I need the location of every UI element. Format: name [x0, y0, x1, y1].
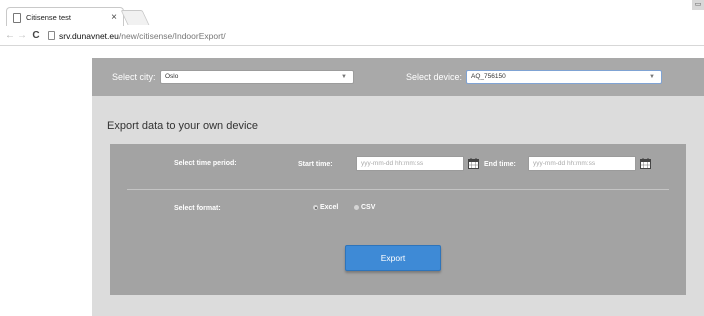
reload-icon[interactable]: C: [30, 30, 42, 41]
start-time-input[interactable]: yyy-mm-dd hh:mm:ss: [356, 156, 464, 171]
city-select[interactable]: Oslo ▼: [160, 70, 354, 84]
url-path: /new/citisense/IndoorExport/: [118, 30, 226, 41]
time-period-label: Select time period:: [174, 160, 237, 167]
radio-unselected-icon[interactable]: [354, 205, 359, 210]
city-select-value: Oslo: [165, 73, 179, 80]
export-section: Export data to your own device Select ti…: [92, 96, 704, 316]
browser-toolbar: ← → C srv.dunavnet.eu/new/citisense/Indo…: [0, 26, 704, 46]
chevron-down-icon: ▼: [341, 74, 347, 80]
address-bar[interactable]: srv.dunavnet.eu/new/citisense/IndoorExpo…: [42, 28, 698, 44]
format-option-label: Excel: [320, 204, 339, 211]
tab-title: Citisense test: [26, 13, 72, 22]
page-icon: [13, 12, 21, 23]
start-time-label: Start time:: [298, 161, 333, 168]
back-icon[interactable]: ←: [4, 30, 16, 41]
device-select-value: AQ_756150: [471, 73, 506, 80]
calendar-icon[interactable]: [640, 158, 651, 169]
divider: [127, 189, 669, 190]
format-label: Select format:: [174, 205, 221, 212]
device-select[interactable]: AQ_756150 ▼: [466, 70, 662, 84]
tab-close-icon[interactable]: ×: [111, 12, 117, 23]
chevron-down-icon: ▼: [649, 74, 655, 80]
browser-tab[interactable]: Citisense test ×: [6, 7, 124, 27]
export-button[interactable]: Export: [345, 245, 441, 271]
select-device-label: Select device:: [406, 72, 463, 82]
new-tab-button[interactable]: [120, 10, 150, 25]
format-radio-csv[interactable]: CSV: [354, 204, 375, 211]
format-radio-excel[interactable]: Excel: [313, 204, 338, 211]
export-form-panel: Select time period: Start time: yyy-mm-d…: [110, 144, 686, 295]
radio-selected-icon[interactable]: [313, 205, 318, 210]
select-city-label: Select city:: [112, 72, 156, 82]
window-control-icon[interactable]: ▭: [692, 0, 704, 10]
forward-icon[interactable]: →: [16, 30, 28, 41]
end-time-label: End time:: [484, 161, 516, 168]
page-icon: [48, 31, 55, 40]
format-option-label: CSV: [361, 204, 376, 211]
page-title: Export data to your own device: [107, 120, 259, 132]
browser-tabstrip: Citisense test × ▭: [0, 0, 704, 27]
page: Select city: Oslo ▼ Select device: AQ_75…: [92, 58, 704, 316]
end-time-input[interactable]: yyy-mm-dd hh:mm:ss: [528, 156, 636, 171]
url-host: srv.dunavnet.eu: [59, 30, 119, 41]
city-device-bar: Select city: Oslo ▼ Select device: AQ_75…: [92, 58, 704, 96]
calendar-icon[interactable]: [468, 158, 479, 169]
